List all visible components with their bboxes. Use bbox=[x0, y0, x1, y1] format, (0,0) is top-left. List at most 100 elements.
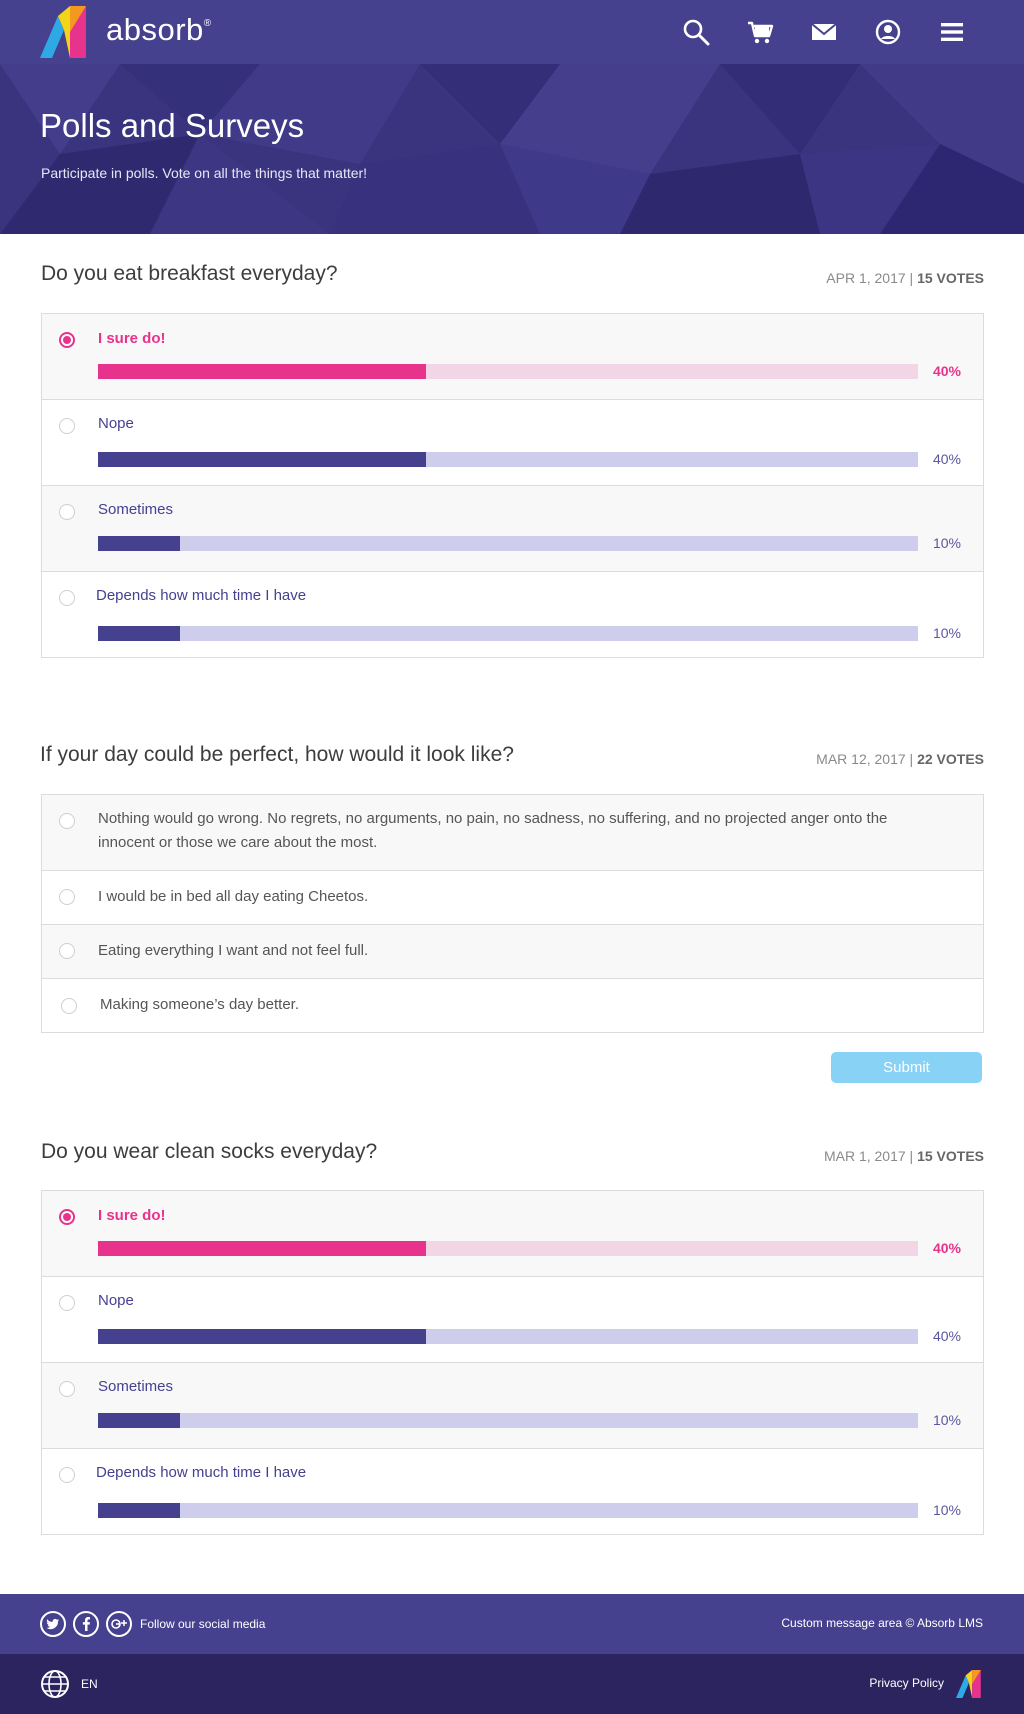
hero-banner: Polls and Surveys Participate in polls. … bbox=[0, 64, 1024, 234]
option-label: I sure do! bbox=[98, 1207, 166, 1224]
option-label: I sure do! bbox=[98, 330, 166, 347]
poll-question: Do you eat breakfast everyday? bbox=[41, 262, 338, 285]
poll-date: MAR 12, 2017 bbox=[816, 751, 906, 767]
option-percent: 40% bbox=[932, 1328, 961, 1344]
option-label: Making someone’s day better. bbox=[100, 996, 300, 1013]
option-label: Sometimes bbox=[98, 501, 174, 518]
option-label: Eating everything I want and not feel fu… bbox=[98, 942, 369, 959]
poll-option[interactable]: I would be in bed all day eating Cheetos… bbox=[42, 870, 983, 924]
poll-option[interactable]: I sure do! 40% bbox=[42, 314, 983, 399]
result-bar-fill bbox=[98, 626, 180, 641]
menu-icon[interactable] bbox=[936, 16, 968, 48]
poll-option[interactable]: Eating everything I want and not feel fu… bbox=[42, 924, 983, 978]
radio-button[interactable] bbox=[59, 889, 75, 905]
result-bar-fill bbox=[98, 536, 180, 551]
radio-button[interactable] bbox=[59, 1467, 75, 1483]
poll-options: Nothing would go wrong. No regrets, no a… bbox=[41, 794, 984, 1033]
result-bar-fill bbox=[98, 1503, 180, 1518]
absorb-logo-mark-small bbox=[956, 1670, 981, 1698]
radio-button[interactable] bbox=[59, 332, 75, 348]
poll-meta: MAR 1, 2017 | 15 VOTES bbox=[823, 1148, 984, 1164]
page-title: Polls and Surveys bbox=[40, 107, 305, 144]
radio-button[interactable] bbox=[59, 1209, 75, 1225]
poll-option[interactable]: Depends how much time I have 10% bbox=[42, 1448, 983, 1534]
search-icon[interactable] bbox=[680, 16, 712, 48]
poll-meta: APR 1, 2017 | 15 VOTES bbox=[826, 270, 984, 286]
absorb-logo-text[interactable]: absorb® bbox=[106, 12, 212, 48]
poll-option[interactable]: I sure do! 40% bbox=[42, 1191, 983, 1276]
poll-date: MAR 1, 2017 bbox=[823, 1148, 906, 1164]
result-bar bbox=[98, 452, 918, 467]
option-label: Sometimes bbox=[98, 1378, 174, 1395]
submit-button[interactable]: Submit bbox=[831, 1052, 982, 1083]
option-percent: 10% bbox=[932, 1412, 961, 1428]
user-icon[interactable] bbox=[872, 16, 904, 48]
cart-icon[interactable] bbox=[744, 16, 776, 48]
result-bar-fill bbox=[98, 1241, 426, 1256]
result-bar bbox=[98, 1329, 918, 1344]
option-label: Depends how much time I have bbox=[96, 587, 307, 604]
poll-option[interactable]: Sometimes 10% bbox=[42, 485, 983, 571]
result-bar-fill bbox=[98, 1329, 426, 1344]
google-plus-icon[interactable] bbox=[106, 1611, 132, 1637]
radio-button[interactable] bbox=[59, 418, 75, 434]
result-bar bbox=[98, 536, 918, 551]
mail-icon[interactable] bbox=[808, 16, 840, 48]
result-bar bbox=[98, 1413, 918, 1428]
poll-question: If your day could be perfect, how would … bbox=[40, 743, 514, 766]
result-bar-fill bbox=[98, 364, 426, 379]
facebook-icon[interactable] bbox=[73, 1611, 99, 1637]
language-selector[interactable]: EN bbox=[81, 1677, 98, 1691]
registered-mark: ® bbox=[203, 18, 212, 29]
hero-background-pattern bbox=[0, 64, 1024, 234]
result-bar-fill bbox=[98, 1413, 180, 1428]
result-bar-fill bbox=[98, 452, 426, 467]
radio-button[interactable] bbox=[59, 1381, 75, 1397]
option-percent: 40% bbox=[932, 363, 961, 379]
poll-meta: MAR 12, 2017 | 22 VOTES bbox=[816, 751, 984, 767]
poll-option[interactable]: Nope 40% bbox=[42, 1276, 983, 1362]
poll-options: I sure do! 40% Nope 40% Sometimes 10% De… bbox=[41, 313, 984, 658]
result-bar bbox=[98, 364, 918, 379]
absorb-logo-mark[interactable] bbox=[40, 6, 92, 58]
poll-votes: 15 VOTES bbox=[917, 1148, 984, 1164]
option-percent: 10% bbox=[932, 1502, 961, 1518]
poll-option[interactable]: Sometimes 10% bbox=[42, 1362, 983, 1448]
poll-votes: 15 VOTES bbox=[917, 270, 984, 286]
radio-button[interactable] bbox=[59, 590, 75, 606]
option-label: Depends how much time I have bbox=[96, 1464, 307, 1481]
footer-bottom-bar: EN Privacy Policy bbox=[0, 1654, 1024, 1714]
option-percent: 10% bbox=[932, 625, 961, 641]
brand-name: absorb bbox=[106, 12, 204, 47]
poll-votes: 22 VOTES bbox=[917, 751, 984, 767]
poll-option[interactable]: Nothing would go wrong. No regrets, no a… bbox=[42, 795, 983, 870]
poll-option[interactable]: Making someone’s day better. bbox=[42, 978, 983, 1032]
option-label: I would be in bed all day eating Cheetos… bbox=[98, 888, 369, 905]
option-percent: 10% bbox=[932, 535, 961, 551]
radio-button[interactable] bbox=[61, 998, 77, 1014]
footer-message: Custom message area © Absorb LMS bbox=[781, 1616, 983, 1630]
option-label: Nothing would go wrong. No regrets, no a… bbox=[98, 810, 888, 851]
radio-button[interactable] bbox=[59, 504, 75, 520]
poll-options: I sure do! 40% Nope 40% Sometimes 10% De… bbox=[41, 1190, 984, 1535]
radio-button[interactable] bbox=[59, 943, 75, 959]
result-bar bbox=[98, 1241, 918, 1256]
privacy-policy-link[interactable]: Privacy Policy bbox=[869, 1676, 944, 1690]
top-navigation-bar: absorb® bbox=[0, 0, 1024, 64]
radio-button[interactable] bbox=[59, 813, 75, 829]
footer-social-bar: Follow our social media Custom message a… bbox=[0, 1594, 1024, 1654]
option-label: Nope bbox=[98, 1292, 134, 1309]
social-follow-text: Follow our social media bbox=[140, 1617, 266, 1631]
poll-date: APR 1, 2017 bbox=[826, 270, 906, 286]
twitter-icon[interactable] bbox=[40, 1611, 66, 1637]
option-percent: 40% bbox=[932, 1240, 961, 1256]
poll-option[interactable]: Nope 40% bbox=[42, 399, 983, 485]
page-subtitle: Participate in polls. Vote on all the th… bbox=[41, 165, 368, 181]
result-bar bbox=[98, 626, 918, 641]
option-label: Nope bbox=[98, 415, 134, 432]
poll-question: Do you wear clean socks everyday? bbox=[41, 1140, 378, 1163]
poll-option[interactable]: Depends how much time I have 10% bbox=[42, 571, 983, 657]
option-percent: 40% bbox=[932, 451, 961, 467]
globe-icon[interactable] bbox=[40, 1669, 70, 1699]
radio-button[interactable] bbox=[59, 1295, 75, 1311]
